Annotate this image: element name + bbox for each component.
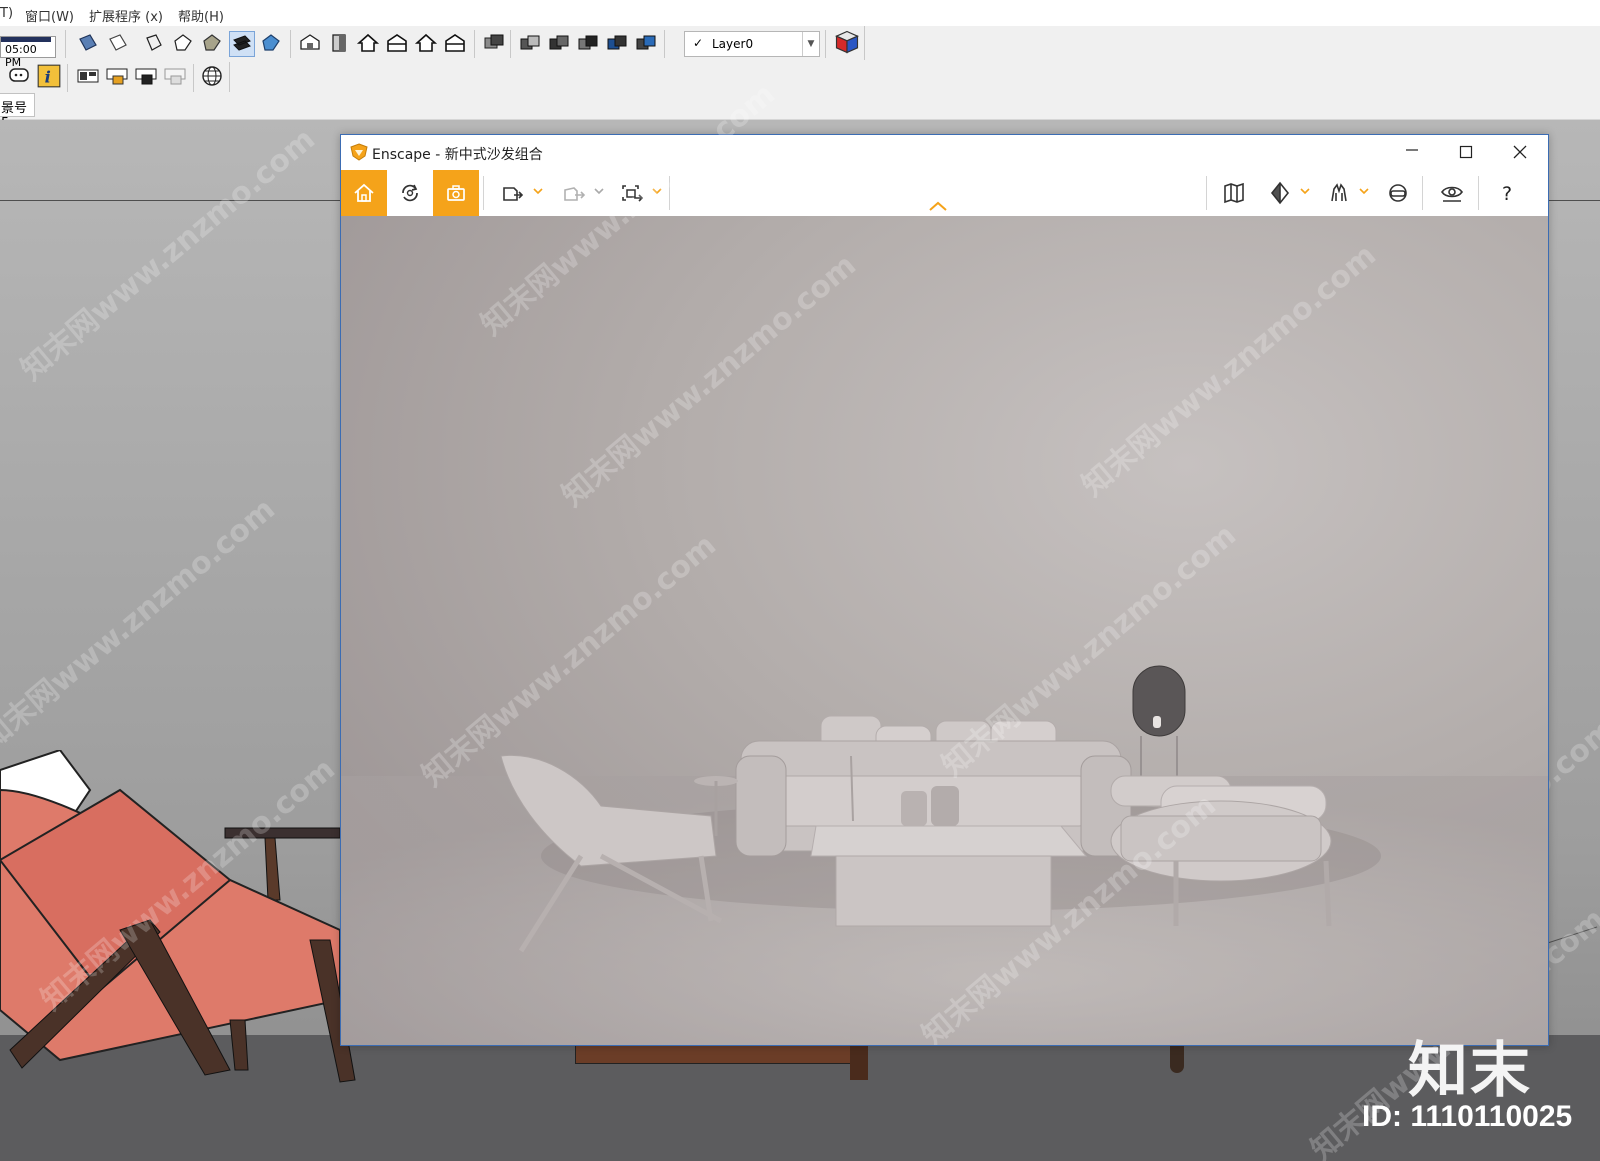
live-update-button[interactable]: [387, 170, 433, 216]
layer-color-cube-icon[interactable]: [833, 28, 861, 56]
toolbar-separator: [65, 30, 66, 58]
layer-select[interactable]: ✓ Layer0 ▼: [684, 31, 820, 57]
batch-render-icon: [564, 187, 586, 201]
enscape-render-view[interactable]: 知末网www.znzmo.com 知末网www.znzmo.com 知末网www…: [341, 216, 1548, 1045]
svg-text:i: i: [45, 68, 51, 87]
menu-bar: T) 窗口(W) 扩展程序 (x) 帮助(H): [0, 0, 1600, 26]
enscape-toolbar: ?: [341, 170, 1548, 216]
shadow-time-field[interactable]: 05:00 PM: [0, 36, 56, 69]
enscape-logo-icon: [350, 143, 368, 161]
speech-icon[interactable]: [7, 64, 31, 88]
home-icon: [354, 183, 374, 202]
iso-view-icon[interactable]: [298, 31, 322, 55]
menu-item-window[interactable]: 窗口(W): [25, 6, 74, 25]
toolbar-separator: [229, 62, 230, 92]
import-icon[interactable]: [105, 64, 129, 88]
help-button[interactable]: ?: [1484, 170, 1530, 216]
sync-views-button[interactable]: [433, 170, 479, 216]
toolbar-separator: [864, 26, 865, 60]
map-button[interactable]: [1211, 170, 1257, 216]
toolbar-separator: [1206, 176, 1207, 210]
watermark-id: ID: 1110110025: [1362, 1100, 1573, 1133]
layer-check-icon: ✓: [693, 36, 704, 50]
visual-settings-icon: [1441, 186, 1463, 202]
layer-select-value: Layer0: [712, 37, 754, 51]
live-update-icon: [402, 184, 418, 202]
intersect-icon[interactable]: [547, 31, 571, 55]
toolbar-separator: [1422, 176, 1423, 210]
watermark: 知末网www.znzmo.com: [0, 491, 282, 758]
minimize-button[interactable]: [1386, 135, 1440, 170]
map-icon: [1224, 182, 1244, 204]
vr-icon: [1389, 184, 1407, 202]
minimize-icon: [1406, 149, 1418, 151]
help-icon: ?: [1502, 183, 1512, 205]
export-icon[interactable]: [134, 64, 158, 88]
hidden-line-icon[interactable]: [171, 31, 195, 55]
watermark: 知末网www.znzmo.com: [14, 121, 322, 388]
chevron-down-icon[interactable]: [594, 186, 604, 196]
toolbar-separator: [67, 64, 68, 92]
screenshot-icon: [503, 187, 524, 201]
toolbar-area: 05:00 PM ✓ Layer0 ▼ i 景号5: [0, 26, 1600, 131]
views-button[interactable]: [1257, 170, 1303, 216]
scene-tab[interactable]: 景号5: [0, 93, 35, 131]
menu-item-extensions[interactable]: 扩展程序 (x): [89, 6, 163, 25]
chevron-down-icon[interactable]: [1359, 186, 1369, 196]
wireframe-icon[interactable]: [142, 31, 166, 55]
back-view-icon[interactable]: [414, 31, 438, 55]
views-icon: [1270, 181, 1290, 205]
time-slider-track[interactable]: [1, 37, 51, 42]
back-edges-icon[interactable]: [106, 31, 130, 55]
monochrome-icon[interactable]: [259, 31, 283, 55]
rendered-sofa-scene: [341, 665, 1548, 1045]
top-view-icon[interactable]: [327, 31, 351, 55]
home-button[interactable]: [341, 170, 387, 216]
toolbar-separator: [483, 176, 484, 210]
toolbar-separator: [825, 30, 826, 58]
screenshot-button[interactable]: [489, 170, 535, 216]
close-icon: [1513, 145, 1527, 159]
vr-button[interactable]: [1375, 170, 1421, 216]
left-view-icon[interactable]: [443, 31, 467, 55]
enscape-title-bar[interactable]: Enscape - 新中式沙发组合: [341, 135, 1548, 170]
menu-item-help[interactable]: 帮助(H): [178, 6, 224, 25]
info-icon[interactable]: i: [36, 63, 62, 89]
union-icon[interactable]: [576, 31, 600, 55]
maximize-icon: [1459, 145, 1473, 159]
section-plane-icon[interactable]: [482, 31, 506, 55]
close-button[interactable]: [1494, 135, 1548, 170]
shaded-icon[interactable]: [200, 31, 224, 55]
layout-icon[interactable]: [76, 64, 100, 88]
atlas-button[interactable]: [1316, 170, 1362, 216]
chevron-up-icon[interactable]: [928, 200, 948, 212]
toolbar-separator: [1478, 176, 1479, 210]
watermark-logo: 知末: [1408, 1036, 1532, 1106]
print-icon[interactable]: [163, 64, 187, 88]
svg-text:?: ?: [1502, 183, 1512, 205]
outer-shell-icon[interactable]: [518, 31, 542, 55]
toolbar-separator: [664, 30, 665, 58]
right-view-icon[interactable]: [385, 31, 409, 55]
chevron-down-icon[interactable]: ▼: [802, 32, 819, 56]
toolbar-separator: [290, 30, 291, 58]
shaded-textures-icon[interactable]: [229, 31, 255, 57]
enscape-window-title: Enscape - 新中式沙发组合: [372, 147, 543, 163]
menu-item-tools[interactable]: T): [0, 6, 13, 21]
toolbar-separator: [474, 30, 475, 58]
maximize-button[interactable]: [1440, 135, 1494, 170]
front-view-icon[interactable]: [356, 31, 380, 55]
visual-settings-button[interactable]: [1429, 170, 1475, 216]
xray-style-icon[interactable]: [76, 31, 100, 55]
toolbar-separator: [193, 64, 194, 92]
chevron-down-icon[interactable]: [533, 186, 543, 196]
chevron-down-icon[interactable]: [1300, 186, 1310, 196]
subtract-icon[interactable]: [605, 31, 629, 55]
toolbar-separator: [510, 30, 511, 58]
atlas-icon: [1331, 183, 1347, 202]
trim-icon[interactable]: [634, 31, 658, 55]
geolocation-icon[interactable]: [200, 64, 224, 88]
sync-views-icon: [447, 185, 465, 201]
